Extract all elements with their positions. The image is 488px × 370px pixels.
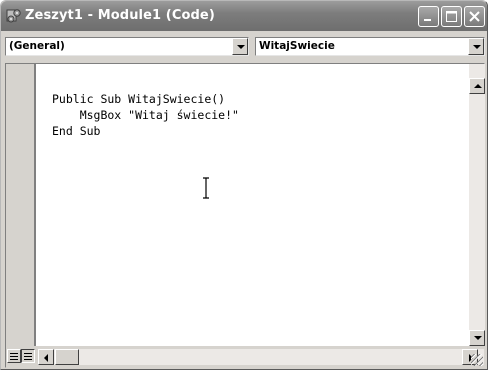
code-line[interactable]: End Sub <box>52 124 100 138</box>
vertical-scrollbar[interactable] <box>469 64 485 346</box>
minimize-icon <box>424 19 431 21</box>
code-window: Zeszyt1 - Module1 (Code) (General) Witaj… <box>0 0 488 370</box>
vba-module-icon <box>6 9 21 23</box>
title-bar[interactable]: Zeszyt1 - Module1 (Code) <box>1 1 487 31</box>
text-cursor-icon <box>203 177 209 199</box>
procedure-view-button[interactable] <box>7 349 21 363</box>
horizontal-scrollbar[interactable] <box>38 349 484 365</box>
window-title: Zeszyt1 - Module1 (Code) <box>25 8 215 23</box>
scroll-left-button[interactable] <box>38 349 54 365</box>
margin-indicator-bar[interactable] <box>6 64 36 346</box>
procedure-view-icon <box>10 353 18 360</box>
minimize-button[interactable] <box>418 6 439 27</box>
chevron-down-icon[interactable] <box>468 38 484 55</box>
scroll-down-button[interactable] <box>469 330 485 346</box>
maximize-button[interactable] <box>441 6 462 27</box>
maximize-icon <box>446 11 457 22</box>
full-module-view-icon <box>24 353 32 360</box>
object-combobox[interactable]: (General) <box>5 37 249 56</box>
code-editor-frame: Public Sub WitajSwiecie() MsgBox "Witaj … <box>5 63 485 368</box>
procedure-combobox[interactable]: WitajSwiecie <box>255 37 485 56</box>
chevron-down-icon[interactable] <box>232 38 248 55</box>
resize-grip-icon[interactable] <box>471 354 483 366</box>
procedure-combobox-value: WitajSwiecie <box>259 40 335 52</box>
code-line[interactable]: MsgBox "Witaj świecie!" <box>52 108 239 122</box>
bottom-bar <box>6 346 485 368</box>
full-module-view-button[interactable] <box>21 349 35 363</box>
object-procedure-bar: (General) WitajSwiecie <box>1 31 487 59</box>
scroll-thumb[interactable] <box>55 349 79 365</box>
close-icon <box>469 11 480 22</box>
object-combobox-value: (General) <box>9 40 65 52</box>
close-button[interactable] <box>464 6 485 27</box>
code-line[interactable]: Public Sub WitajSwiecie() <box>52 92 225 106</box>
code-editor[interactable]: Public Sub WitajSwiecie() MsgBox "Witaj … <box>38 64 468 346</box>
scroll-up-button[interactable] <box>469 78 485 94</box>
